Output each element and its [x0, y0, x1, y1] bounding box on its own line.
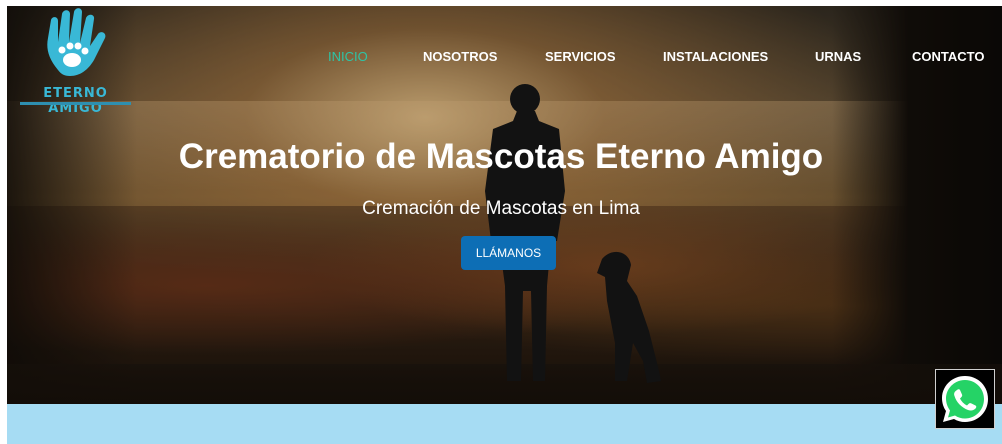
hero-title: Crematorio de Mascotas Eterno Amigo: [178, 137, 824, 176]
logo-text: ETERNO AMIGO: [43, 86, 108, 116]
nav-item-contacto[interactable]: CONTACTO: [912, 49, 984, 64]
logo-underline: [20, 102, 131, 105]
nav-item-inicio[interactable]: INICIO: [328, 49, 368, 64]
whatsapp-icon: [942, 376, 988, 422]
info-band: [7, 404, 1002, 444]
nav-item-instalaciones[interactable]: INSTALACIONES: [663, 49, 768, 64]
whatsapp-button[interactable]: [935, 369, 995, 429]
nav-item-nosotros[interactable]: NOSOTROS: [423, 49, 497, 64]
call-button[interactable]: LLÁMANOS: [461, 236, 556, 270]
hand-paw-icon: [47, 8, 106, 76]
nav-item-urnas[interactable]: URNAS: [815, 49, 861, 64]
nav-item-servicios[interactable]: SERVICIOS: [545, 49, 616, 64]
main-nav: INICIO NOSOTROS SERVICIOS INSTALACIONES …: [0, 49, 1002, 69]
hero-subtitle: Cremación de Mascotas en Lima: [362, 198, 640, 219]
